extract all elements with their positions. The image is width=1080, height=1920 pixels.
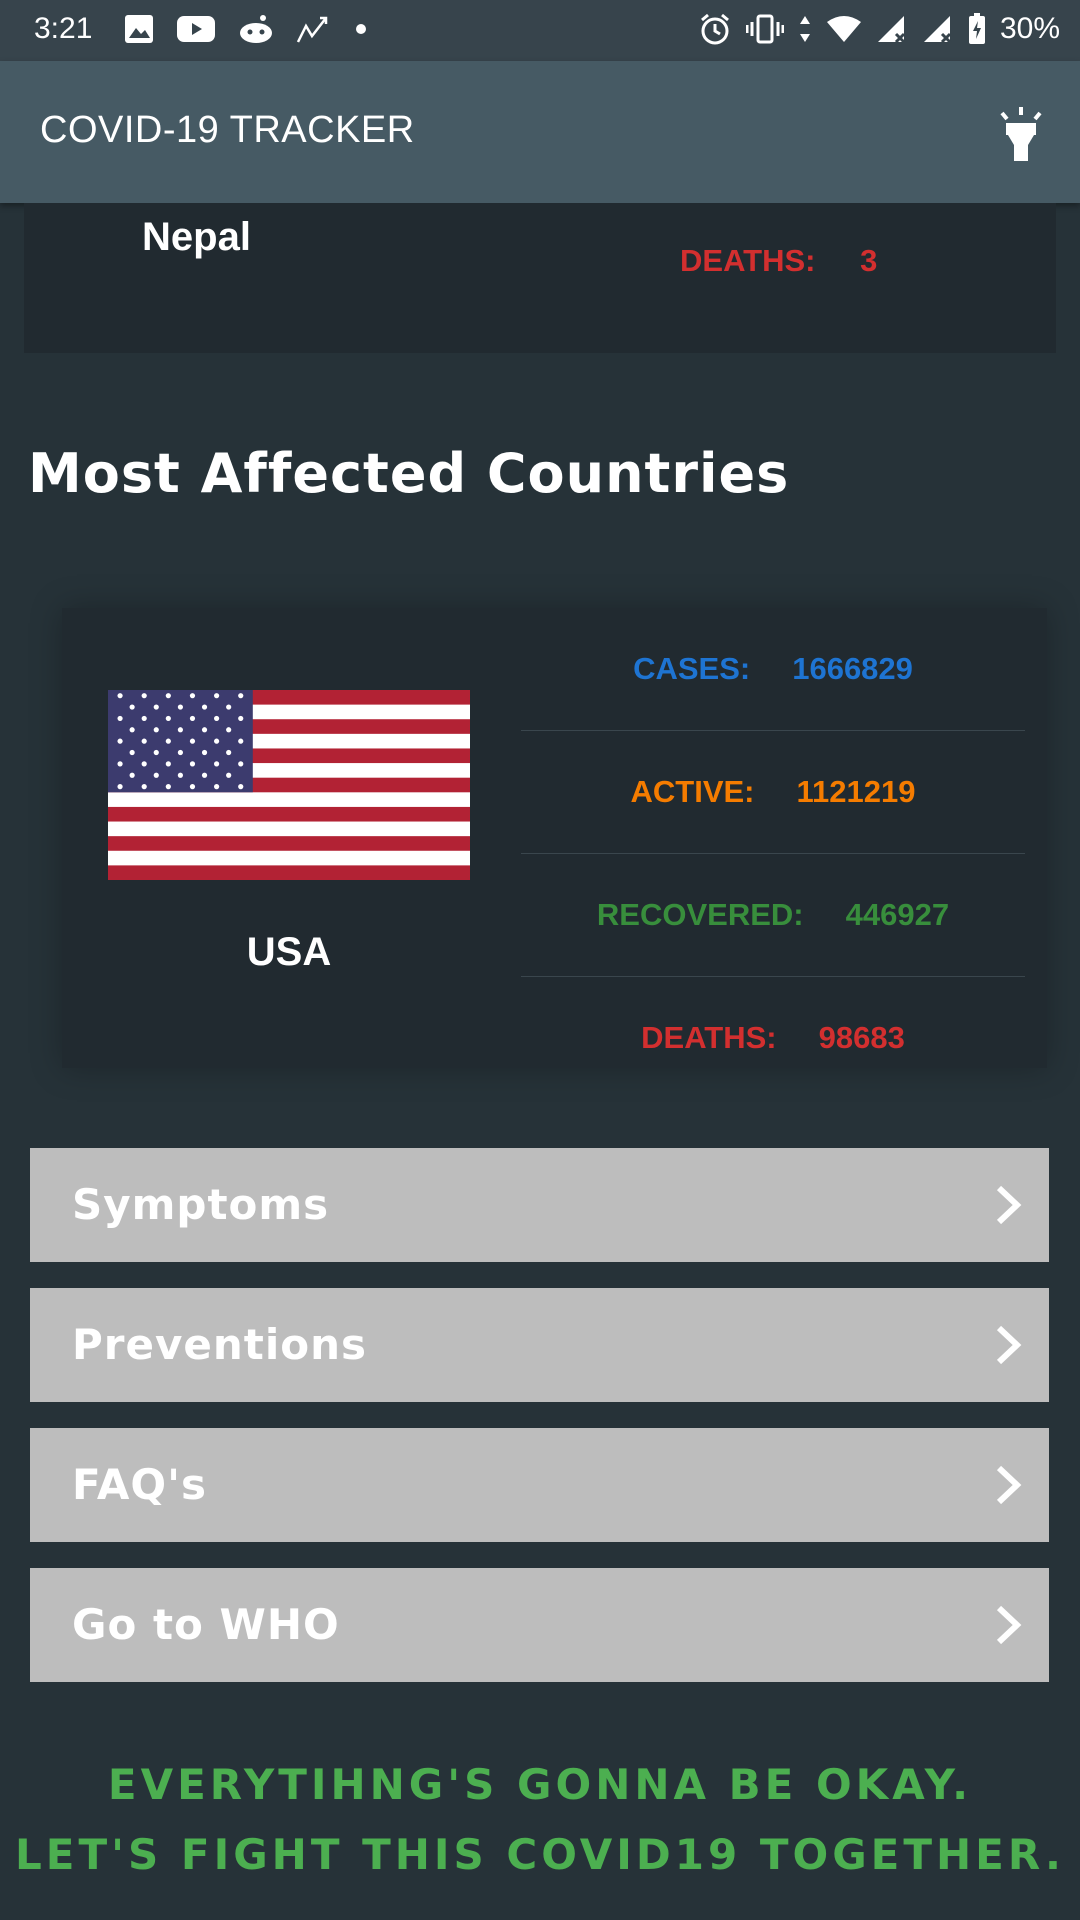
stat-label: CASES: (633, 651, 751, 686)
local-deaths-value: 3 (860, 243, 878, 278)
preventions-button[interactable]: Preventions (30, 1288, 1049, 1402)
stats-list: CASES: 1666829 ACTIVE: 1121219 RECOVERED… (521, 608, 1025, 1068)
stat-value: 1121219 (796, 774, 916, 809)
stat-row-active: ACTIVE: 1121219 (521, 731, 1025, 854)
local-country-name: Nepal (142, 215, 251, 259)
app-bar: COVID-19 TRACKER (0, 61, 1080, 203)
section-title: Most Affected Countries (28, 442, 790, 505)
local-country-card: Nepal DEATHS: 3 (24, 203, 1056, 353)
alarm-icon (700, 13, 729, 45)
stat-value: 1666829 (792, 651, 913, 686)
top-country-name: USA (246, 930, 332, 974)
system-icons: 30% (698, 12, 1060, 46)
vibrate-icon (745, 14, 784, 44)
most-affected-card: USA CASES: 1666829 ACTIVE: 1121219 RECOV… (62, 608, 1047, 1068)
footer-message: EVERYTIHNG'S GONNA BE OKAY. LET'S FIGHT … (0, 1750, 1080, 1890)
footer-line-2: LET'S FIGHT THIS COVID19 TOGETHER. (15, 1830, 1065, 1879)
stat-label: ACTIVE: (630, 774, 755, 809)
faqs-label: FAQ's (72, 1460, 207, 1509)
stat-row-cases: CASES: 1666829 (521, 608, 1025, 731)
flashlight-icon[interactable] (994, 105, 1048, 161)
chevron-right-icon (996, 1465, 1022, 1505)
signal-icon (923, 16, 952, 44)
stat-row-recovered: RECOVERED: 446927 (521, 854, 1025, 977)
symptoms-label: Symptoms (72, 1180, 330, 1229)
status-bar: 3:21 30% (0, 0, 1080, 61)
status-time: 3:21 (34, 12, 93, 45)
battery-percent: 30% (999, 12, 1060, 45)
stat-value: 446927 (845, 897, 950, 932)
trend-icon (296, 16, 328, 43)
data-icon (799, 16, 810, 42)
stat-label: DEATHS: (641, 1020, 777, 1055)
notification-icons (124, 14, 368, 44)
chevron-right-icon (996, 1605, 1022, 1645)
usa-flag-icon (108, 690, 470, 880)
stat-row-deaths: DEATHS: 98683 (521, 977, 1025, 1099)
chevron-right-icon (996, 1185, 1022, 1225)
symptoms-button[interactable]: Symptoms (30, 1148, 1049, 1262)
local-deaths-row: DEATHS: 3 (680, 243, 877, 279)
stat-value: 98683 (818, 1020, 905, 1055)
app-title: COVID-19 TRACKER (40, 109, 415, 151)
faqs-button[interactable]: FAQ's (30, 1428, 1049, 1542)
battery-icon (968, 13, 985, 44)
chevron-right-icon (996, 1325, 1022, 1365)
local-deaths-label: DEATHS: (680, 243, 816, 278)
image-icon (125, 15, 153, 43)
reddit-icon (240, 15, 272, 43)
go-to-who-label: Go to WHO (72, 1600, 340, 1649)
wifi-icon (826, 16, 861, 42)
stat-label: RECOVERED: (596, 897, 804, 932)
footer-line-1: EVERYTIHNG'S GONNA BE OKAY. (107, 1760, 973, 1809)
preventions-label: Preventions (72, 1320, 367, 1369)
youtube-icon (177, 16, 215, 42)
go-to-who-button[interactable]: Go to WHO (30, 1568, 1049, 1682)
signal-icon (877, 16, 906, 44)
dot-icon (356, 24, 366, 34)
